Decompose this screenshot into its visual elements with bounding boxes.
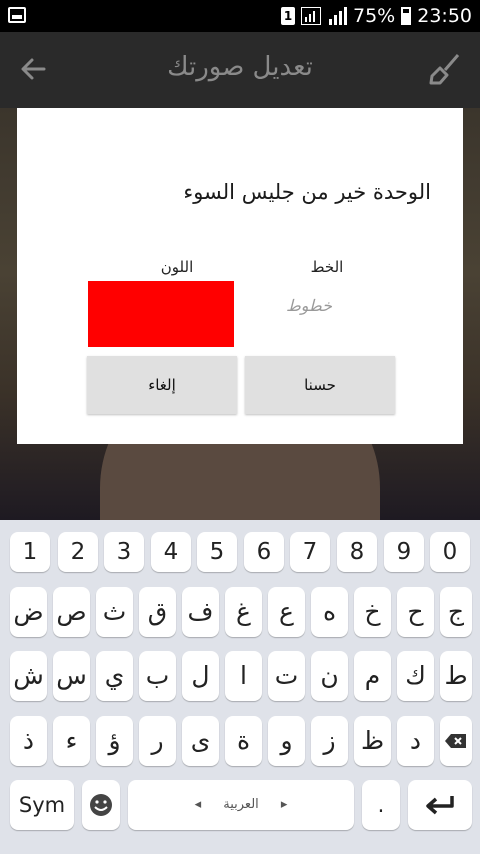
key-letter[interactable]: و — [268, 716, 305, 766]
key-letter[interactable]: ؤ — [96, 716, 133, 766]
page-title: تعديل صورتك — [167, 52, 313, 82]
key-letter[interactable]: د — [397, 716, 434, 766]
key-letter[interactable]: ر — [139, 716, 176, 766]
key-number[interactable]: 5 — [197, 532, 237, 572]
key-letter[interactable]: ن — [311, 651, 348, 701]
key-number[interactable]: 6 — [244, 532, 284, 572]
key-letter[interactable]: ض — [10, 587, 47, 637]
key-number[interactable]: 0 — [430, 532, 470, 572]
key-letter[interactable]: م — [354, 651, 391, 701]
key-letter[interactable]: ى — [182, 716, 219, 766]
status-bar: 1 75% 23:50 — [0, 0, 480, 32]
backspace-icon — [445, 734, 466, 748]
key-letter[interactable]: ل — [182, 651, 219, 701]
key-letter[interactable]: ك — [397, 651, 434, 701]
key-letter[interactable]: ب — [139, 651, 176, 701]
space-key-label: العربية — [223, 797, 259, 812]
key-letter[interactable]: ة — [225, 716, 262, 766]
key-letter[interactable]: ج — [440, 587, 472, 637]
keyboard: 1 2 3 4 5 6 7 8 9 0 ض ص ث ق ف غ ع ه خ ح … — [0, 520, 480, 854]
key-letter[interactable]: ح — [397, 587, 434, 637]
key-letter[interactable]: خ — [354, 587, 391, 637]
key-number[interactable]: 9 — [384, 532, 424, 572]
key-letter[interactable]: ش — [10, 651, 47, 701]
sim-icon: 1 — [281, 7, 295, 25]
signal-sim1-icon — [301, 7, 321, 25]
key-letter[interactable]: ت — [268, 651, 305, 701]
chevron-right-icon: ▸ — [280, 797, 288, 812]
gallery-notification-icon — [8, 7, 26, 23]
cancel-button[interactable]: إلغاء — [87, 356, 237, 414]
key-letter[interactable]: ي — [96, 651, 133, 701]
key-number[interactable]: 7 — [290, 532, 330, 572]
key-letter[interactable]: ه — [311, 587, 348, 637]
app-bar: تعديل صورتك — [0, 32, 480, 108]
color-swatch[interactable] — [88, 281, 234, 347]
enter-icon — [426, 796, 454, 815]
key-letter[interactable]: ق — [139, 587, 176, 637]
font-label: الخط — [310, 258, 344, 276]
key-letter[interactable]: ث — [96, 587, 133, 637]
enter-key[interactable] — [408, 780, 472, 830]
key-number[interactable]: 8 — [337, 532, 377, 572]
key-number[interactable]: 3 — [104, 532, 144, 572]
color-label: اللون — [160, 258, 194, 276]
brush-icon[interactable] — [428, 52, 462, 86]
text-style-dialog: الوحدة خير من جليس السوء الخط اللون خطوط… — [17, 108, 463, 444]
key-letter[interactable]: ظ — [354, 716, 391, 766]
chevron-left-icon: ◂ — [194, 797, 202, 812]
status-bar-right: 1 75% 23:50 — [281, 0, 472, 32]
ok-button[interactable]: حسنا — [245, 356, 395, 414]
battery-percent: 75% — [353, 5, 396, 27]
space-key[interactable]: ◂ العربية ▸ — [128, 780, 354, 830]
key-number[interactable]: 2 — [58, 532, 98, 572]
key-letter[interactable]: ط — [440, 651, 472, 701]
font-selector[interactable]: خطوط — [279, 296, 339, 315]
key-number[interactable]: 4 — [151, 532, 191, 572]
key-letter[interactable]: ع — [268, 587, 305, 637]
clock: 23:50 — [417, 5, 472, 27]
key-letter[interactable]: غ — [225, 587, 262, 637]
battery-icon — [401, 7, 412, 25]
key-letter[interactable]: ذ — [10, 716, 47, 766]
signal-sim2-icon — [329, 7, 347, 25]
key-letter[interactable]: ز — [311, 716, 348, 766]
dialog-message: الوحدة خير من جليس السوء — [183, 180, 431, 204]
period-key[interactable]: . — [362, 780, 400, 830]
key-letter[interactable]: ا — [225, 651, 262, 701]
sym-key[interactable]: Sym — [10, 780, 74, 830]
key-number[interactable]: 1 — [10, 532, 50, 572]
emoji-key[interactable] — [82, 780, 120, 830]
key-letter[interactable]: ص — [53, 587, 90, 637]
key-letter[interactable]: س — [53, 651, 90, 701]
emoji-icon — [90, 794, 112, 816]
backspace-key[interactable] — [440, 716, 472, 766]
key-letter[interactable]: ء — [53, 716, 90, 766]
key-letter[interactable]: ف — [182, 587, 219, 637]
